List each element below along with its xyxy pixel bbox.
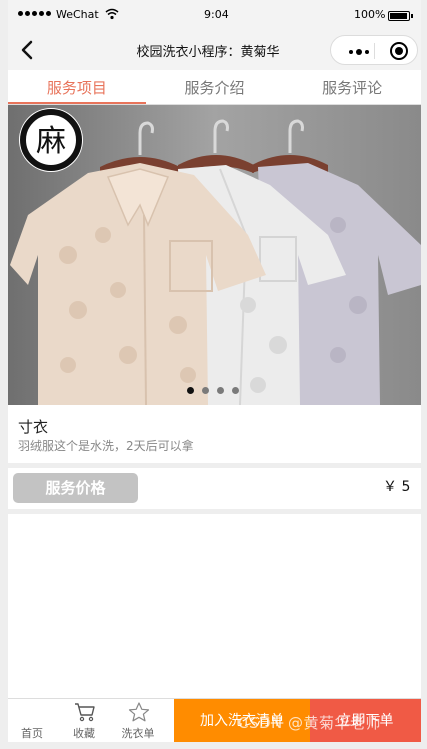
favorite-label: 收藏 (73, 727, 95, 740)
product-name: 寸衣 (18, 418, 49, 436)
mini-program-capsule (330, 35, 418, 65)
tab-service-intro[interactable]: 服务介绍 (146, 70, 284, 105)
more-menu-icon[interactable] (349, 49, 369, 55)
signal-icon (18, 11, 51, 16)
battery-percent: 100% (354, 8, 386, 21)
logo-mark: 麻 (36, 124, 66, 159)
close-mini-program-icon[interactable] (390, 42, 408, 60)
home-label: 首页 (21, 727, 43, 740)
service-tabs: 服务项目 服务介绍 服务评论 (8, 70, 421, 105)
tab-service-reviews[interactable]: 服务评论 (283, 70, 421, 105)
pagination-dot[interactable] (232, 387, 239, 394)
pagination-dot[interactable] (217, 387, 224, 394)
status-bar: WeChat 9:04 100% (8, 0, 421, 32)
wifi-icon (105, 8, 119, 23)
status-time: 9:04 (204, 8, 229, 21)
section-divider (8, 509, 421, 514)
pagination-dot[interactable] (202, 387, 209, 394)
product-banner[interactable]: 麻 (8, 105, 421, 405)
favorite-button[interactable]: 收藏 (60, 699, 108, 743)
home-nav-button[interactable]: 首页 (8, 699, 56, 743)
price-value: ￥ 5 (383, 479, 411, 495)
product-description: 羽绒服这个是水洗，2天后可以拿 (18, 439, 194, 453)
carrier-name: WeChat (56, 8, 99, 21)
tab-service-items[interactable]: 服务项目 (8, 70, 146, 105)
cart-icon (75, 703, 95, 722)
shirts-image: 麻 (8, 105, 421, 405)
laundry-list-label: 洗衣单 (121, 727, 155, 740)
back-arrow-icon[interactable] (16, 38, 40, 62)
star-icon (128, 702, 150, 722)
laundry-list-button[interactable]: 洗衣单 (114, 699, 162, 743)
pagination-dot-active[interactable] (187, 387, 194, 394)
banner-pagination (187, 387, 239, 394)
capsule-divider (374, 43, 375, 59)
bottom-edge (0, 742, 427, 749)
page-title: 校园洗衣小程序：黄菊华 (136, 45, 280, 60)
section-divider (8, 463, 421, 468)
service-price-label: 服务价格 (13, 473, 138, 503)
navigation-bar: 校园洗衣小程序：黄菊华 (8, 32, 421, 70)
watermark-text: CSDN @黄菊华老师 (238, 714, 382, 732)
brand-logo: 麻 (19, 108, 83, 172)
battery-icon (388, 11, 413, 21)
